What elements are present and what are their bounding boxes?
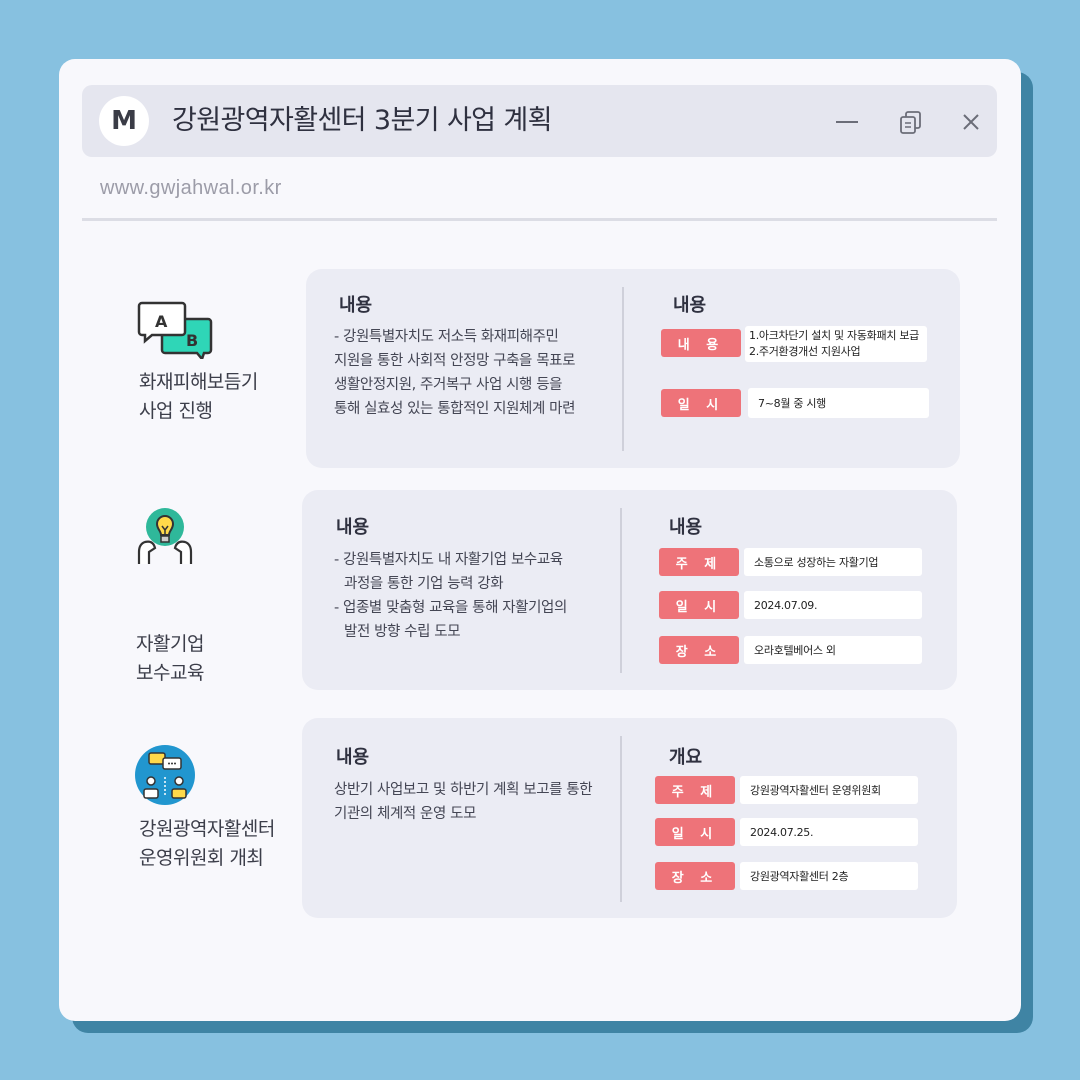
minimize-icon[interactable] [834,109,860,135]
section-label-line2: 보수교육 [136,662,204,684]
desc-line: 지원을 통한 사회적 안정망 구축을 목표로 [334,353,576,369]
value-line: 1.아크차단기 설치 및 자동화패치 보급 [749,329,919,342]
section-label-committee: 강원광역자활센터 운영위원회 개최 [139,815,275,873]
card-divider [620,508,622,673]
title-bar: M 강원광역자활센터 3분기 사업 계획 [82,85,997,157]
close-icon[interactable] [958,109,984,135]
card-heading-right: 내용 [673,295,707,316]
tag-place: 장 소 [655,862,735,890]
value-place: 강원광역자활센터 2층 [740,862,918,890]
section-card-committee: 내용 상반기 사업보고 및 하반기 계획 보고를 통한 기관의 체계적 운영 도… [302,718,957,918]
tag-place: 장 소 [659,636,739,664]
card-heading-left: 내용 [336,747,370,768]
section-label-line1: 화재피해보듬기 [139,371,258,393]
restore-icon[interactable] [898,109,924,135]
value-date: 2024.07.25. [740,818,918,846]
desc-line: - 업종별 맞춤형 교육을 통해 자활기업의 [334,600,567,616]
section-card-fire-relief: 내용 - 강원특별자치도 저소득 화재피해주민 지원을 통한 사회적 안정망 구… [306,269,960,468]
translate-chat-icon: B A [137,301,213,359]
section-label-line2: 운영위원회 개최 [139,847,264,869]
meeting-people-icon [135,745,195,805]
window-title: 강원광역자활센터 3분기 사업 계획 [172,105,552,136]
section-label-line1: 자활기업 [136,633,204,655]
tag-date: 일 시 [659,591,739,619]
desc-line: 발전 방향 수립 도모 [344,624,461,640]
section-label-fire-relief: 화재피해보듬기 사업 진행 [139,368,258,426]
card-description: - 강원특별자치도 저소득 화재피해주민 지원을 통한 사회적 안정망 구축을 … [334,325,575,421]
site-url[interactable]: www.gwjahwal.or.kr [100,177,282,200]
card-description: - 강원특별자치도 내 자활기업 보수교육 과정을 통한 기업 능력 강화 - … [334,548,567,644]
app-logo: M [99,96,149,146]
value-date: 7~8월 중 시행 [748,388,929,418]
section-label-line2: 사업 진행 [139,400,213,422]
value-date: 2024.07.09. [744,591,922,619]
card-heading-right: 개요 [669,747,703,768]
lightbulb-heads-icon [137,508,193,564]
tag-date: 일 시 [655,818,735,846]
svg-text:B: B [186,331,198,350]
value-content: 1.아크차단기 설치 및 자동화패치 보급 2.주거환경개선 지원사업 [745,326,927,362]
desc-line: 생활안정지원, 주거복구 사업 시행 등을 [334,377,563,393]
section-label-enterprise-training: 자활기업 보수교육 [136,630,204,688]
tag-topic: 주 제 [655,776,735,804]
value-topic: 소통으로 성장하는 자활기업 [744,548,922,576]
card-heading-left: 내용 [339,295,373,316]
header-divider [82,218,997,221]
card-description: 상반기 사업보고 및 하반기 계획 보고를 통한 기관의 체계적 운영 도모 [334,778,593,826]
section-card-enterprise-training: 내용 - 강원특별자치도 내 자활기업 보수교육 과정을 통한 기업 능력 강화… [302,490,957,690]
tag-topic: 주 제 [659,548,739,576]
tag-content: 내 용 [661,329,741,357]
desc-line: 상반기 사업보고 및 하반기 계획 보고를 통한 [334,782,593,798]
value-line: 2.주거환경개선 지원사업 [749,345,861,358]
svg-text:A: A [155,312,168,331]
card-divider [622,287,624,451]
card-heading-left: 내용 [336,517,370,538]
section-label-line1: 강원광역자활센터 [139,818,275,840]
desc-line: 통해 실효성 있는 통합적인 지원체계 마련 [334,401,576,417]
value-topic: 강원광역자활센터 운영위원회 [740,776,918,804]
desc-line: 기관의 체계적 운영 도모 [334,806,477,822]
tag-date: 일 시 [661,389,741,417]
card-heading-right: 내용 [669,517,703,538]
app-window: M 강원광역자활센터 3분기 사업 계획 www.gwjahwal.or.kr … [59,59,1021,1021]
desc-line: - 강원특별자치도 내 자활기업 보수교육 [334,552,563,568]
desc-line: 과정을 통한 기업 능력 강화 [344,576,504,592]
card-divider [620,736,622,902]
value-place: 오라호텔베어스 외 [744,636,922,664]
desc-line: - 강원특별자치도 저소득 화재피해주민 [334,329,559,345]
